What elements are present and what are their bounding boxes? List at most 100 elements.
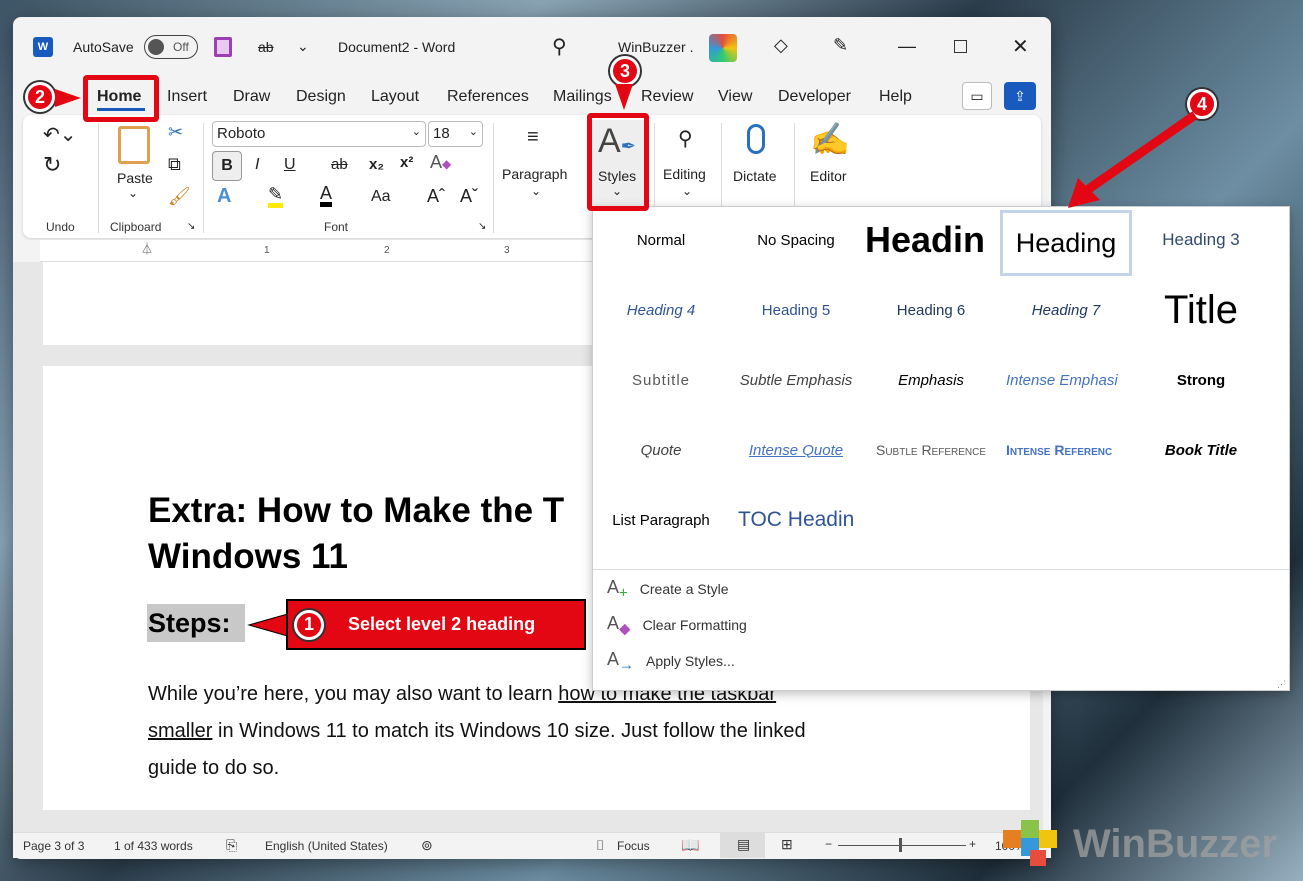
web-layout-icon[interactable]: ⊞ <box>781 836 793 853</box>
tab-references[interactable]: References <box>447 88 529 106</box>
font-name-combo[interactable]: Roboto ⌄ <box>212 121 426 147</box>
maximize-button[interactable] <box>954 40 967 53</box>
zoom-slider-thumb[interactable] <box>899 838 902 852</box>
cut-icon[interactable]: ✂ <box>168 122 183 143</box>
body-paragraph[interactable]: While you’re here, you may also want to … <box>148 676 908 787</box>
account-name[interactable]: WinBuzzer . <box>618 39 693 55</box>
save-icon[interactable] <box>214 37 232 57</box>
autosave-toggle[interactable]: Off <box>144 35 198 59</box>
tab-draw[interactable]: Draw <box>233 88 270 106</box>
font-size-combo[interactable]: 18 ⌄ <box>428 121 483 147</box>
style-normal[interactable]: Normal <box>595 210 727 270</box>
page-count[interactable]: Page 3 of 3 <box>23 839 84 853</box>
format-painter-icon[interactable]: 🖌 <box>168 186 191 207</box>
editor-button[interactable]: Editor <box>810 168 847 184</box>
resize-grip[interactable]: ⋰ <box>1277 679 1286 690</box>
comments-button[interactable]: ▭ <box>962 82 992 110</box>
style-heading-5[interactable]: Heading 5 <box>730 280 862 340</box>
style-toc-heading[interactable]: TOC Headin <box>730 490 862 550</box>
strikethrough-qat-icon[interactable]: ab <box>258 39 274 55</box>
print-layout-button[interactable]: ▤ <box>720 833 765 858</box>
paste-button[interactable]: Paste <box>117 170 153 186</box>
style-title[interactable]: Title <box>1135 280 1267 340</box>
style-heading-6[interactable]: Heading 6 <box>865 280 997 340</box>
style-heading-7[interactable]: Heading 7 <box>1000 280 1132 340</box>
editing-dropdown-icon[interactable]: ⌄ <box>682 184 692 198</box>
grow-font-icon[interactable]: Aˆ <box>427 186 445 207</box>
style-list-paragraph[interactable]: List Paragraph <box>595 490 727 550</box>
style-quote[interactable]: Quote <box>595 420 727 480</box>
focus-icon[interactable]: ⌷ <box>596 837 604 854</box>
editor-icon[interactable]: ✍ <box>810 120 850 158</box>
zoom-in-button[interactable]: + <box>969 837 976 851</box>
italic-button[interactable]: I <box>255 156 259 174</box>
smaller-link[interactable]: smaller <box>148 720 212 742</box>
paragraph-dropdown-icon[interactable]: ⌄ <box>531 184 541 198</box>
tab-insert[interactable]: Insert <box>167 88 207 106</box>
indent-marker[interactable]: ⏃ <box>141 240 153 257</box>
paragraph-icon[interactable]: ≡ <box>527 126 539 149</box>
share-button[interactable]: ⇪ <box>1004 82 1036 110</box>
minimize-button[interactable]: — <box>898 36 916 57</box>
bold-button[interactable]: B <box>212 151 242 181</box>
editing-button[interactable]: Editing <box>663 166 706 182</box>
tab-layout[interactable]: Layout <box>371 88 419 106</box>
heading-1[interactable]: Extra: How to Make the T Windows 11 <box>148 488 564 580</box>
tab-view[interactable]: View <box>718 88 752 106</box>
text-effects-icon[interactable]: A <box>217 185 231 208</box>
close-button[interactable]: ✕ <box>1012 34 1029 59</box>
tab-help[interactable]: Help <box>879 88 912 106</box>
style-strong[interactable]: Strong <box>1135 350 1267 410</box>
pen-icon[interactable]: ✎ <box>833 35 848 56</box>
undo-icon[interactable]: ↶⌄ <box>43 122 77 147</box>
zoom-out-button[interactable]: − <box>825 837 832 851</box>
microphone-icon[interactable] <box>747 124 765 154</box>
shrink-font-icon[interactable]: Aˇ <box>460 186 478 207</box>
language[interactable]: English (United States) <box>265 839 388 853</box>
tab-mailings[interactable]: Mailings <box>553 88 612 106</box>
style-no-spacing[interactable]: No Spacing <box>730 210 862 270</box>
superscript-button[interactable]: x² <box>400 154 413 171</box>
create-style-item[interactable]: A+ Create a Style <box>607 577 729 602</box>
find-icon[interactable]: ⚲ <box>678 126 693 151</box>
font-launcher-icon[interactable]: ↘ <box>478 221 486 232</box>
accessibility-icon[interactable]: ⊚ <box>421 837 433 854</box>
redo-icon[interactable]: ↻ <box>43 152 61 178</box>
word-count[interactable]: 1 of 433 words <box>114 839 193 853</box>
customize-qat-icon[interactable]: ⌄ <box>297 38 309 55</box>
font-color-icon[interactable]: A <box>320 184 333 207</box>
diamond-icon[interactable]: ◇ <box>774 35 788 56</box>
tab-developer[interactable]: Developer <box>778 88 851 106</box>
avatar[interactable] <box>709 34 737 62</box>
heading-2-selected[interactable]: Steps: <box>147 604 245 642</box>
clear-formatting-icon[interactable]: A◆ <box>430 152 451 173</box>
highlight-icon[interactable]: ✎ <box>268 185 284 208</box>
clipboard-launcher-icon[interactable]: ↘ <box>187 221 195 232</box>
style-book-title[interactable]: Book Title <box>1135 420 1267 480</box>
change-case-button[interactable]: Aa <box>371 188 391 206</box>
apply-styles-item[interactable]: A→ Apply Styles... <box>607 649 735 674</box>
focus-button[interactable]: Focus <box>617 839 650 853</box>
tab-review[interactable]: Review <box>641 88 693 106</box>
copy-icon[interactable]: ⧉ <box>168 154 181 175</box>
style-intense-reference[interactable]: Intense Referenc <box>1000 420 1132 480</box>
read-mode-icon[interactable]: 📖 <box>681 836 700 854</box>
subscript-button[interactable]: x₂ <box>369 156 384 173</box>
proofing-icon[interactable]: ⎘ <box>226 837 237 854</box>
paragraph-button[interactable]: Paragraph <box>502 166 567 182</box>
zoom-slider[interactable] <box>838 845 966 846</box>
style-subtle-reference[interactable]: Subtle Reference <box>865 420 997 480</box>
search-icon[interactable]: ⚲ <box>552 34 567 59</box>
underline-button[interactable]: U <box>284 156 296 174</box>
style-heading-1[interactable]: Headin <box>865 210 997 270</box>
clear-formatting-item[interactable]: A◆ Clear Formatting <box>607 613 747 638</box>
style-emphasis[interactable]: Emphasis <box>865 350 997 410</box>
paste-dropdown-icon[interactable]: ⌄ <box>128 186 138 200</box>
style-subtitle[interactable]: Subtitle <box>595 350 727 410</box>
strikethrough-button[interactable]: ab <box>331 156 348 173</box>
style-subtle-emphasis[interactable]: Subtle Emphasis <box>730 350 862 410</box>
style-intense-emphasis[interactable]: Intense Emphasi <box>1000 350 1132 410</box>
style-heading-4[interactable]: Heading 4 <box>595 280 727 340</box>
tab-design[interactable]: Design <box>296 88 346 106</box>
style-intense-quote[interactable]: Intense Quote <box>730 420 862 480</box>
